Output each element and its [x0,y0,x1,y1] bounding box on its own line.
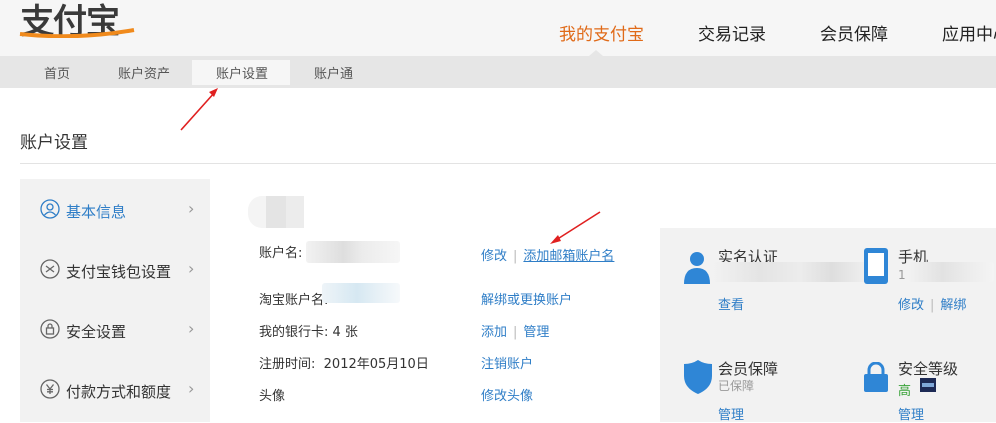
sub-nav-account-link[interactable]: 账户通 [314,63,353,82]
sub-nav-home[interactable]: 首页 [44,63,70,82]
separator: | [930,298,935,313]
sidebar-item-basic-info[interactable]: 基本信息 › [20,191,210,231]
register-time-row: 注册时间: 2012年05月10日 [259,353,429,372]
sidebar-item-label: 安全设置 [66,323,127,341]
register-date: 2012年05月10日 [323,357,429,372]
sidebar-item-label: 付款方式和额度 [66,383,172,401]
wallet-icon [40,259,60,279]
sub-nav: 首页 账户资产 账户设置 账户通 [0,56,996,88]
account-actions: 修改 | 添加邮箱账户名 [481,245,614,264]
sidebar-item-label: 支付宝钱包设置 [66,263,172,281]
chevron-right-icon: › [188,259,195,278]
yuan-icon [40,379,60,399]
unbind-phone-link[interactable]: 解绑 [940,298,966,313]
title-divider [20,163,996,164]
nav-member-protection[interactable]: 会员保障 [820,20,888,45]
arrow-to-account-settings [180,88,218,131]
bank-card-actions: 添加 | 管理 [481,321,549,340]
phone-partial: 1 [898,268,906,282]
sidebar-item-payment-limits[interactable]: 付款方式和额度 › [20,371,210,411]
phone-icon [864,248,888,284]
view-realname-link[interactable]: 查看 [718,294,744,313]
chevron-right-icon: › [188,379,195,398]
sidebar-item-security-settings[interactable]: 安全设置 › [20,311,210,351]
chevron-right-icon: › [188,199,195,218]
sidebar-item-wallet-settings[interactable]: 支付宝钱包设置 › [20,251,210,291]
sub-nav-account-settings[interactable]: 账户设置 [216,63,268,82]
cancel-account-link[interactable]: 注销账户 [481,353,533,372]
nav-app-center[interactable]: 应用中心 [942,20,996,45]
user-icon [40,199,60,219]
account-name-value-redacted [306,241,400,263]
sidebar-item-label: 基本信息 [66,203,127,221]
taobao-account-value-redacted [322,283,400,303]
logo-swoosh [19,28,135,38]
security-panel: 实名认证 查看 手机 1 修改 | 解绑 会员保障 已保障 管理 安全等级 高 管理 [660,228,996,423]
arrow-to-add-email [550,211,601,244]
bank-card-label: 我的银行卡: 4 张 [259,325,358,340]
protection-status: 已保障 [718,379,755,393]
register-time-label: 注册时间: [259,357,316,372]
chevron-right-icon: › [188,319,195,338]
security-level-value: 高 [898,384,912,399]
protection-title: 会员保障 [718,360,779,378]
settings-sidebar: 基本信息 › 支付宝钱包设置 › 安全设置 › 付款方式和额度 › [20,179,210,422]
account-name-label: 账户名: [259,246,303,261]
nav-transactions[interactable]: 交易记录 [698,20,766,45]
lock-icon [40,319,60,339]
unbind-taobao-link[interactable]: 解绑或更换账户 [481,289,572,308]
avatar-label: 头像 [259,389,286,404]
shield-icon [684,360,712,394]
manage-bank-card-link[interactable]: 管理 [523,325,549,340]
add-bank-card-link[interactable]: 添加 [481,325,507,340]
avatar [248,196,304,228]
manage-security-level-link[interactable]: 管理 [898,404,924,423]
nav-my-alipay[interactable]: 我的支付宝 [559,20,644,45]
sub-nav-assets[interactable]: 账户资产 [118,63,170,82]
manage-protection-link[interactable]: 管理 [718,404,744,423]
page-title: 账户设置 [20,133,88,153]
top-header: 支付宝 我的支付宝 交易记录 会员保障 应用中心 [0,0,996,56]
modify-phone-link[interactable]: 修改 [898,298,924,313]
taobao-account-label: 淘宝账户名: [259,293,329,308]
phone-value-redacted [908,262,994,282]
separator: | [513,325,518,340]
security-level-title: 安全等级 [898,360,959,378]
modify-account-link[interactable]: 修改 [481,249,507,264]
add-email-account-link[interactable]: 添加邮箱账户名 [523,249,614,264]
level-meter-icon [920,378,936,392]
person-icon [684,252,710,284]
lock-icon [864,362,888,392]
separator: | [513,249,518,264]
realname-value-redacted [712,262,872,282]
phone-actions: 修改 | 解绑 [898,294,966,313]
change-avatar-link[interactable]: 修改头像 [481,385,533,404]
